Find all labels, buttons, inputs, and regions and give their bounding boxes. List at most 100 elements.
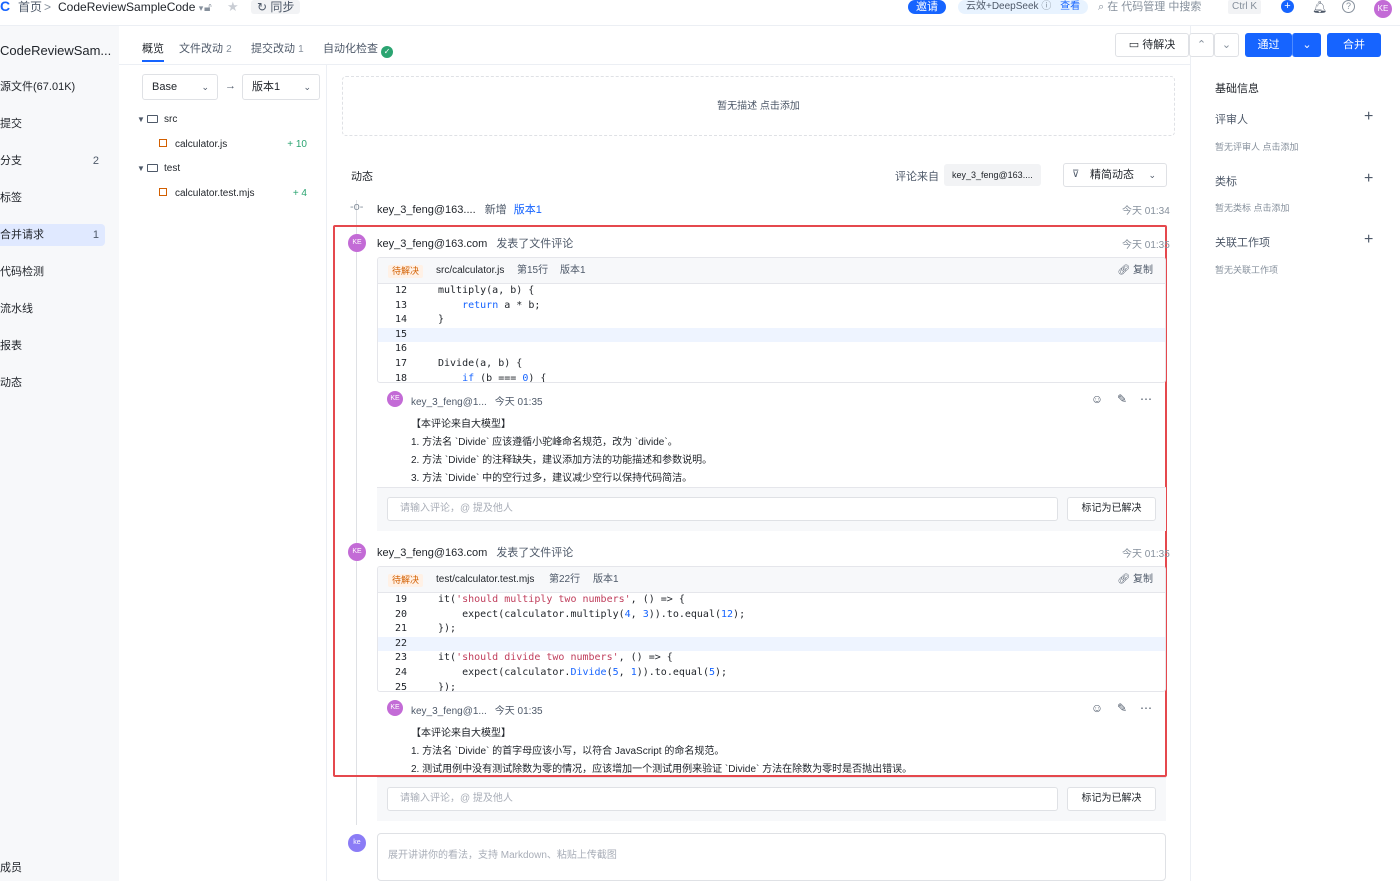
reply-input[interactable]: 请输入评论，@ 提及他人	[387, 787, 1058, 811]
thread-user[interactable]: key_3_feng@163.com	[377, 238, 487, 250]
folder-icon	[147, 115, 158, 123]
invite-button[interactable]: 邀请	[908, 0, 946, 14]
reply-input[interactable]: 请输入评论，@ 提及他人	[387, 497, 1058, 521]
lock-icon[interactable]: 🔓︎	[204, 0, 212, 14]
emoji-icon[interactable]: ☺	[1090, 392, 1104, 406]
code-snippet: 19 it('should multiply two numbers', () =…	[378, 593, 1165, 692]
comment-avatar: KE	[387, 391, 403, 407]
sidebar-item-commits[interactable]: 提交	[0, 113, 105, 135]
tab-count: 2	[226, 44, 232, 55]
reviewers-hint[interactable]: 暂无评审人 点击添加	[1215, 140, 1299, 153]
user-avatar[interactable]: KE	[1374, 0, 1392, 18]
filter-user-chip[interactable]: key_3_feng@163....	[944, 164, 1041, 186]
chevron-down-icon: ⌄	[1302, 39, 1312, 51]
activity-mode-select[interactable]: ⊽ 精简动态 ⌄	[1063, 163, 1167, 187]
right-panel-divider	[1190, 26, 1191, 881]
breadcrumb-home[interactable]: 首页	[18, 0, 42, 14]
sidebar-item-label: 提交	[0, 118, 22, 130]
tab-files[interactable]: 文件改动 2	[179, 40, 232, 56]
tab-checks[interactable]: 自动化检查 ✓	[323, 40, 394, 58]
add-label-plus-icon[interactable]: +	[1364, 171, 1373, 187]
new-comment-input[interactable]: 展开讲讲你的看法，支持 Markdown、粘贴上传截图	[377, 833, 1166, 881]
add-reviewer-plus-icon[interactable]: +	[1364, 109, 1373, 125]
emoji-icon[interactable]: ☺	[1090, 701, 1104, 715]
sidebar-item-reports[interactable]: 报表	[0, 335, 105, 357]
chevron-down-icon: ▾	[198, 3, 204, 13]
next-comment-button[interactable]: ⌄	[1214, 33, 1239, 57]
event-version-link[interactable]: 版本1	[514, 204, 542, 216]
help-icon[interactable]: ?	[1342, 0, 1355, 13]
line-src: }	[438, 314, 445, 326]
labels-hint[interactable]: 暂无类标 点击添加	[1215, 201, 1290, 214]
code-line: 19 it('should multiply two numbers', () =…	[378, 593, 1165, 608]
description-placeholder[interactable]: 暂无描述 点击添加	[342, 76, 1175, 136]
tree-file-calculator[interactable]: calculator.js + 10	[159, 137, 317, 153]
app-logo-icon[interactable]: C	[0, 0, 10, 14]
prev-comment-button[interactable]: ⌃	[1189, 33, 1214, 57]
more-icon[interactable]: ⋯	[1139, 392, 1153, 406]
string-literal: 'should divide two numbers'	[456, 652, 619, 664]
line-src: expect(calculator.multiply(4, 3)).to.equ…	[438, 608, 746, 620]
copy-label: 复制	[1133, 265, 1153, 276]
code-line-highlighted: 15	[378, 327, 1165, 343]
mark-resolved-button[interactable]: 标记为已解决	[1067, 787, 1156, 811]
code-card-header: 待解决 src/calculator.js 第15行 版本1 🔗︎ 复制	[378, 258, 1165, 284]
tree-file-calculator-test[interactable]: calculator.test.mjs + 4	[159, 186, 317, 202]
sidebar-item-source[interactable]: 源文件(67.01K)	[0, 76, 105, 98]
thread-1-header: key_3_feng@163.com 发表了文件评论	[377, 235, 573, 251]
file-path[interactable]: src/calculator.js	[436, 258, 504, 284]
star-icon[interactable]: ★	[227, 0, 239, 14]
code-line: 20 expect(calculator.multiply(4, 3)).to.…	[378, 608, 1165, 623]
tab-overview[interactable]: 概览	[142, 40, 164, 56]
copy-link[interactable]: 🔗︎ 复制	[1118, 567, 1153, 593]
approve-dropdown-button[interactable]: ⌄	[1292, 33, 1321, 57]
line-src: });	[438, 681, 457, 692]
sync-button[interactable]: ↻ 同步	[251, 0, 301, 14]
tree-folder-test[interactable]: ▼ test	[137, 161, 180, 177]
ai-pill-link[interactable]: 查看	[1060, 1, 1080, 12]
sidebar-repo-title[interactable]: CodeReviewSam...	[0, 43, 111, 58]
version-select[interactable]: 版本1 ⌄	[242, 74, 320, 100]
left-sidebar: CodeReviewSam... 源文件(67.01K) 提交 分支 2 标签 合…	[0, 26, 119, 881]
sidebar-item-code-scan[interactable]: 代码检测	[0, 261, 105, 283]
workitems-hint[interactable]: 暂无关联工作项	[1215, 263, 1278, 276]
line-number: 第15行	[517, 265, 549, 276]
comment-user[interactable]: key_3_feng@1...	[411, 397, 487, 408]
tree-folder-src[interactable]: ▼ src	[137, 112, 177, 128]
base-select[interactable]: Base ⌄	[142, 74, 218, 100]
comment-user[interactable]: key_3_feng@1...	[411, 706, 487, 717]
tab-label: 文件改动	[179, 43, 223, 55]
approve-button[interactable]: 通过	[1245, 33, 1292, 57]
bell-icon[interactable]: 🔔︎	[1312, 0, 1327, 14]
add-workitem-plus-icon[interactable]: +	[1364, 232, 1373, 248]
sidebar-item-branches[interactable]: 分支 2	[0, 150, 105, 172]
copy-link[interactable]: 🔗︎ 复制	[1118, 258, 1153, 284]
global-search[interactable]: ⌕ 在 代码管理 中搜索	[1098, 0, 1201, 14]
sidebar-item-tags[interactable]: 标签	[0, 187, 105, 209]
ai-promo-pill[interactable]: 云效+DeepSeek ⓘ 查看	[958, 0, 1089, 14]
mark-resolved-button[interactable]: 标记为已解决	[1067, 497, 1156, 521]
keyword-if: if	[462, 372, 475, 383]
file-path[interactable]: test/calculator.test.mjs	[436, 567, 534, 593]
line-num: 17	[395, 357, 408, 369]
folder-icon	[147, 164, 158, 172]
line-src: it('should divide two numbers', () => {	[438, 652, 673, 664]
thread-action: 发表了文件评论	[496, 547, 574, 559]
create-plus-icon[interactable]: +	[1281, 0, 1294, 13]
sidebar-item-pipeline[interactable]: 流水线	[0, 298, 105, 320]
more-icon[interactable]: ⋯	[1139, 701, 1153, 715]
tab-commits[interactable]: 提交改动 1	[251, 40, 304, 56]
sidebar-item-activity[interactable]: 动态	[0, 372, 105, 394]
edit-icon[interactable]: ✎	[1115, 701, 1129, 715]
pending-filter-button[interactable]: ▭ 待解决	[1115, 33, 1189, 57]
thread-user[interactable]: key_3_feng@163.com	[377, 547, 487, 559]
edit-icon[interactable]: ✎	[1115, 392, 1129, 406]
sidebar-item-members[interactable]: 成员	[0, 857, 105, 879]
number-literal: 12	[721, 608, 734, 620]
labels-label: 类标	[1215, 176, 1237, 188]
sidebar-item-merge-requests[interactable]: 合并请求 1	[0, 224, 105, 246]
breadcrumb-repo[interactable]: CodeReviewSampleCode ▾	[58, 0, 203, 14]
event-user[interactable]: key_3_feng@163....	[377, 204, 476, 216]
comment-time: 今天 01:35	[494, 706, 543, 717]
merge-button[interactable]: 合并	[1327, 33, 1381, 57]
